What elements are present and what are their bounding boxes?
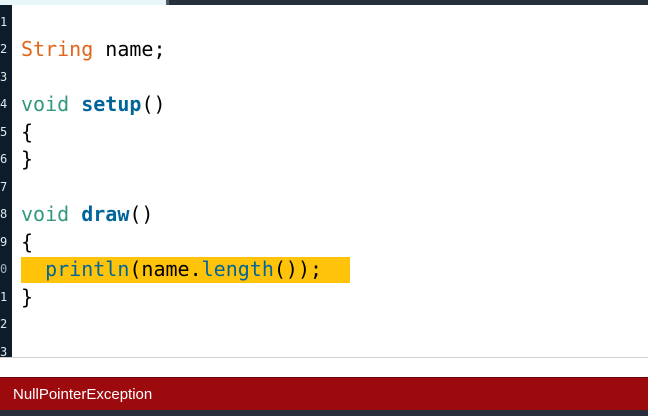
line-number: 8 bbox=[0, 207, 8, 221]
code-text: name; bbox=[93, 37, 166, 61]
type-keyword: String bbox=[21, 37, 94, 61]
method-call-length: length bbox=[201, 257, 274, 281]
line-number: 5 bbox=[0, 125, 8, 139]
code-line-6: } bbox=[21, 147, 34, 171]
processing-editor-window: 1 2 3 4 5 6 7 8 9 0 1 2 3 String name; v… bbox=[0, 0, 648, 416]
error-status-bar: NullPointerException bbox=[0, 377, 648, 410]
line-number: 6 bbox=[0, 152, 8, 166]
code-text: ()); bbox=[273, 257, 323, 281]
line-number: 1 bbox=[0, 290, 8, 304]
line-number: 7 bbox=[0, 180, 8, 194]
function-name-draw: draw bbox=[81, 202, 130, 226]
line-number: 1 bbox=[0, 15, 8, 29]
code-line-8: void draw() bbox=[21, 201, 153, 228]
console-divider[interactable] bbox=[0, 357, 648, 377]
line-number-gutter: 1 2 3 4 5 6 7 8 9 0 1 2 3 bbox=[0, 5, 12, 357]
code-line-10: println(name.length()); bbox=[21, 256, 322, 283]
console-area bbox=[0, 410, 648, 416]
line-number: 3 bbox=[0, 70, 8, 84]
code-line-11: } bbox=[21, 285, 34, 309]
line-number: 3 bbox=[0, 345, 8, 357]
line-number: 2 bbox=[0, 42, 8, 56]
code-text: () bbox=[141, 92, 166, 116]
error-message: NullPointerException bbox=[13, 386, 153, 403]
line-number: 4 bbox=[0, 97, 8, 111]
line-number: 9 bbox=[0, 235, 8, 249]
code-line-9: { bbox=[21, 230, 34, 254]
code-line-5: { bbox=[21, 120, 34, 144]
code-text: (name. bbox=[129, 257, 202, 281]
void-keyword: void bbox=[21, 202, 70, 226]
line-number: 2 bbox=[0, 317, 8, 331]
function-call-println: println bbox=[45, 257, 130, 281]
line-number-current: 0 bbox=[0, 256, 12, 283]
code-line-4: void setup() bbox=[21, 91, 166, 118]
function-name-setup: setup bbox=[81, 92, 142, 116]
void-keyword: void bbox=[21, 92, 70, 116]
code-line-2: String name; bbox=[21, 36, 166, 63]
code-text: () bbox=[129, 202, 154, 226]
code-editor[interactable]: String name; void setup() { } void draw(… bbox=[12, 5, 648, 357]
